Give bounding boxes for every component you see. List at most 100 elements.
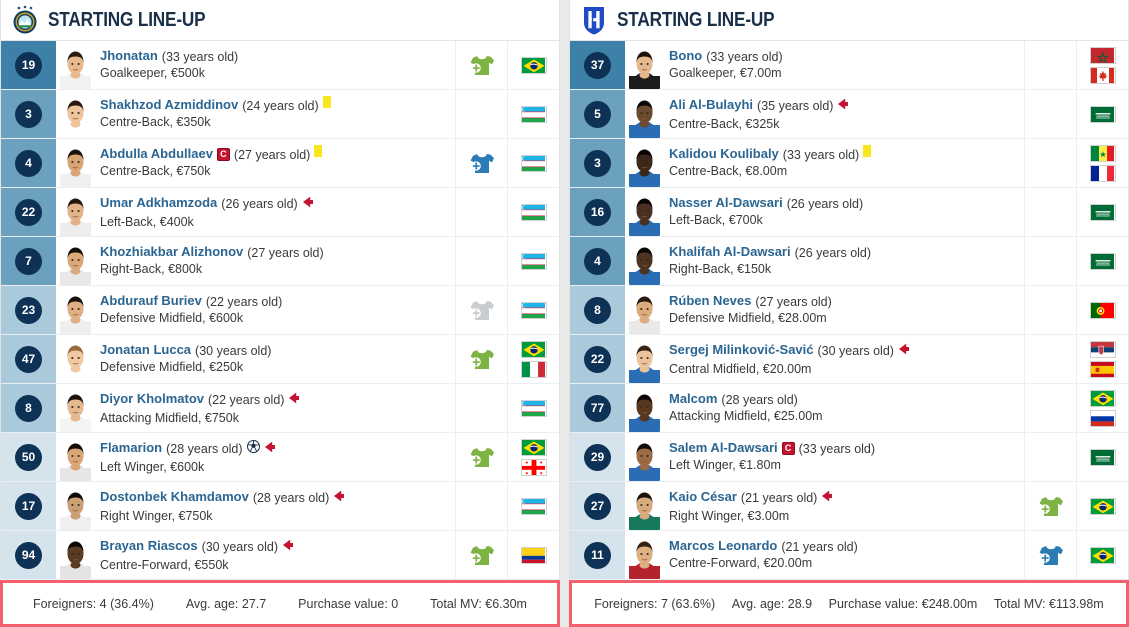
player-photo[interactable]	[625, 237, 660, 285]
player-photo[interactable]	[625, 188, 660, 236]
table-row[interactable]: 7 Khozhiakbar Alizhonov (27 years old) Righ…	[1, 237, 559, 286]
table-row[interactable]: 22 Umar Adkhamzoda (26 years old) Left-Back…	[1, 188, 559, 237]
player-position-and-value: Central Midfield, €20.00m	[669, 362, 812, 376]
player-name-link[interactable]: Dostonbek Khamdamov	[100, 489, 249, 505]
table-row[interactable]: 94 Brayan Riascos (30 years old) Centre-For…	[1, 531, 559, 580]
table-row[interactable]: 77 Malcom (28 years old) Attacking Midfield…	[570, 384, 1128, 433]
player-name-link[interactable]: Nasser Al-Dawsari	[669, 195, 783, 211]
player-photo[interactable]	[625, 90, 660, 138]
player-photo[interactable]	[625, 531, 660, 579]
player-position-and-value: Goalkeeper, €500k	[100, 66, 205, 81]
player-info-cell: Kalidou Koulibaly (33 years old) Centre-Ba…	[660, 139, 1024, 187]
spain-flag-icon	[1089, 360, 1116, 378]
table-row[interactable]: 50 Flamarion (28 years old) Left Winger, €6…	[1, 433, 559, 482]
player-photo[interactable]	[56, 90, 91, 138]
player-name-link[interactable]: Salem Al-Dawsari	[669, 440, 778, 456]
player-photo[interactable]	[625, 286, 660, 334]
player-name-link[interactable]: Kaio César	[669, 489, 737, 505]
player-name-link[interactable]: Marcos Leonardo	[669, 538, 777, 554]
player-photo[interactable]	[56, 286, 91, 334]
table-row[interactable]: 16 Nasser Al-Dawsari (26 years old) Left-Ba…	[570, 188, 1128, 237]
nationality-flags-cell	[1076, 188, 1128, 236]
substitution-icon-cell	[1024, 188, 1076, 236]
player-name-link[interactable]: Umar Adkhamzoda	[100, 195, 217, 211]
player-info-cell: Ali Al-Bulayhi (35 years old) Centre-Back,…	[660, 90, 1024, 138]
substitution-in-icon[interactable]	[1038, 496, 1064, 517]
shirt-number-badge: 5	[584, 100, 611, 128]
substitution-in-icon[interactable]	[469, 300, 495, 321]
al-hilal-club-logo[interactable]	[580, 5, 608, 35]
shirt-number-badge: 29	[584, 443, 611, 471]
substitution-in-icon[interactable]	[469, 447, 495, 468]
player-name-link[interactable]: Malcom	[669, 391, 717, 407]
player-name-link[interactable]: Ali Al-Bulayhi	[669, 97, 753, 113]
table-row[interactable]: 5 Ali Al-Bulayhi (35 years old) Centre-Back…	[570, 90, 1128, 139]
substitution-in-icon[interactable]	[469, 349, 495, 370]
player-name-link[interactable]: Abdurauf Buriev	[100, 293, 202, 309]
table-row[interactable]: 27 Kaio César (21 years old) Right Winger, …	[570, 482, 1128, 531]
table-row[interactable]: 23 Abdurauf Buriev (22 years old) Defensive…	[1, 286, 559, 335]
player-position-and-value: Defensive Midfield, €250k	[100, 360, 244, 375]
player-name-link[interactable]: Abdulla Abdullaev	[100, 146, 213, 162]
table-row[interactable]: 8 Diyor Kholmatov (22 years old) Attacking …	[1, 384, 559, 433]
player-photo[interactable]	[56, 188, 91, 236]
player-info-cell: Shakhzod Azmiddinov (24 years old) Centre-…	[91, 90, 455, 138]
table-row[interactable]: 4 Abdulla Abdullaev C (27 years old) Centre-…	[1, 139, 559, 188]
pakhtakor-club-logo[interactable]	[11, 5, 39, 35]
player-photo[interactable]	[56, 384, 91, 432]
substituted-off-arrow-icon	[333, 489, 345, 507]
player-photo[interactable]	[56, 531, 91, 579]
player-photo[interactable]	[56, 41, 91, 89]
player-name-link[interactable]: Sergej Milinković-Savić	[669, 342, 814, 358]
shirt-number-badge: 19	[15, 51, 42, 79]
player-name-link[interactable]: Kalidou Koulibaly	[669, 146, 779, 162]
player-photo[interactable]	[625, 139, 660, 187]
player-name-link[interactable]: Jhonatan	[100, 48, 158, 64]
player-name-link[interactable]: Jonatan Lucca	[100, 342, 191, 358]
table-row[interactable]: 17 Dostonbek Khamdamov (28 years old) Right…	[1, 482, 559, 531]
player-photo[interactable]	[56, 139, 91, 187]
player-name-link[interactable]: Khozhiakbar Alizhonov	[100, 244, 243, 260]
player-name-link[interactable]: Bono	[669, 48, 702, 64]
player-photo[interactable]	[625, 335, 660, 383]
table-row[interactable]: 3 Shakhzod Azmiddinov (24 years old) Centre…	[1, 90, 559, 139]
substitution-in-icon[interactable]	[469, 55, 495, 76]
player-name-line: Diyor Kholmatov (22 years old)	[100, 391, 455, 409]
table-row[interactable]: 29 Salem Al-Dawsari C (33 years old) Left Wi…	[570, 433, 1128, 482]
player-photo[interactable]	[56, 433, 91, 481]
player-name-line: Abdurauf Buriev (22 years old)	[100, 293, 455, 309]
player-photo[interactable]	[56, 237, 91, 285]
player-name-link[interactable]: Diyor Kholmatov	[100, 391, 204, 407]
player-name-link[interactable]: Flamarion	[100, 440, 162, 456]
player-info-cell: Jhonatan (33 years old) Goalkeeper, €500k	[91, 41, 455, 89]
player-photo[interactable]	[56, 335, 91, 383]
player-name-link[interactable]: Shakhzod Azmiddinov	[100, 97, 238, 113]
table-row[interactable]: 4 Khalifah Al-Dawsari (26 years old) Right-…	[570, 237, 1128, 286]
table-row[interactable]: 47 Jonatan Lucca (30 years old) Defensive M…	[1, 335, 559, 384]
substitution-in-icon[interactable]	[469, 545, 495, 566]
player-photo[interactable]	[625, 433, 660, 481]
nationality-flags-cell	[1076, 139, 1128, 187]
substitution-in-icon[interactable]	[1038, 545, 1064, 566]
player-photo[interactable]	[625, 384, 660, 432]
shirt-number-badge: 22	[584, 345, 611, 373]
player-name-link[interactable]: Khalifah Al-Dawsari	[669, 244, 791, 260]
table-row[interactable]: 19 Jhonatan (33 years old) Goalkeeper, €500…	[1, 41, 559, 90]
away-avg-age-stat: Avg. age: 28.9	[731, 596, 813, 611]
substitution-in-icon[interactable]	[469, 153, 495, 174]
player-photo[interactable]	[56, 482, 91, 530]
nationality-flags-cell	[1076, 41, 1128, 89]
table-row[interactable]: 11 Marcos Leonardo (21 years old) Centre-Fo…	[570, 531, 1128, 580]
player-age: (35 years old)	[757, 98, 834, 113]
player-photo[interactable]	[625, 482, 660, 530]
player-photo[interactable]	[625, 41, 660, 89]
table-row[interactable]: 37 Bono (33 years old) Goalkeeper, €7.00m	[570, 41, 1128, 90]
player-info-cell: Rúben Neves (27 years old) Defensive Midfi…	[660, 286, 1024, 334]
player-name-link[interactable]: Brayan Riascos	[100, 538, 198, 554]
italy-flag-icon	[520, 360, 547, 378]
table-row[interactable]: 8 Rúben Neves (27 years old) Defensive Midf…	[570, 286, 1128, 335]
senegal-flag-icon	[1089, 144, 1116, 162]
table-row[interactable]: 22 Sergej Milinković-Savić (30 years old) C…	[570, 335, 1128, 384]
player-name-link[interactable]: Rúben Neves	[669, 293, 751, 309]
table-row[interactable]: 3 Kalidou Koulibaly (33 years old) Centre-B…	[570, 139, 1128, 188]
